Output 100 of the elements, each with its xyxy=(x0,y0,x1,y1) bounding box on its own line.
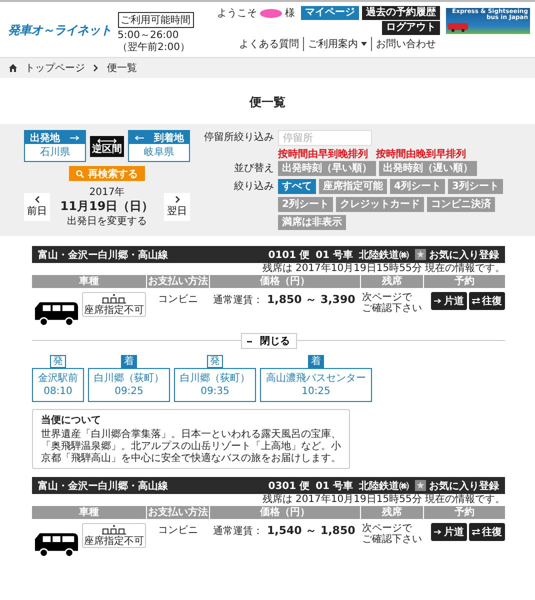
arrival-value: 岐阜県 xyxy=(143,146,175,160)
update-note: 残席は 2017年10月19日15時55分 現在の情報です。 xyxy=(261,263,505,275)
honorific-text: 様 xyxy=(285,6,295,20)
route-name: 富山・金沢ー白川郷・高山線 xyxy=(38,248,168,262)
column-header: 車種 xyxy=(32,506,146,519)
arrow-left-icon xyxy=(134,134,144,140)
breadcrumb-current: 便一覧 xyxy=(107,62,137,75)
annotation-text: 按時間由晚到早排列 xyxy=(376,148,466,161)
column-header: 予約 xyxy=(424,275,505,288)
round-trip-button[interactable]: 往復 xyxy=(469,523,505,541)
stop-badge: 着 xyxy=(121,355,137,368)
route-name: 富山・金沢ー白川郷・高山線 xyxy=(38,479,168,492)
operator-name: 北陸鉄道㈱ xyxy=(359,480,409,492)
car-number: 01 号車 xyxy=(316,248,353,262)
swap-button[interactable]: 逆区間 xyxy=(90,136,124,156)
arrow-right-icon xyxy=(434,298,442,304)
about-text: 世界遺産「白川郷合掌集落」。日本一といわれる露天風呂の宝庫、「奥飛騨温泉郷」。北アルプスの山岳リゾート「上高地」など。小京都「飛騨高山」を中心に安全で快適なバスの旅をお届けします。 xyxy=(41,429,341,465)
stop-time: 10:25 xyxy=(302,385,330,398)
next-day-button[interactable]: 翌日 xyxy=(164,192,190,220)
stop-badge: 着 xyxy=(308,355,324,368)
swap-arrows-icon xyxy=(472,528,480,536)
favorite-button[interactable]: お気に入り登録 xyxy=(415,248,499,262)
column-header: 残席 xyxy=(361,275,423,288)
about-title: 当便について xyxy=(41,414,102,427)
page-title: 便一覧 xyxy=(248,94,286,111)
seat-note: 次ページで xyxy=(362,523,413,534)
stop-name: 白川郷（荻町） xyxy=(180,372,250,385)
arrival-box[interactable]: 到着地 岐阜県 xyxy=(128,130,190,162)
bus-icon xyxy=(448,23,468,32)
fare-label: 通常運賃： xyxy=(213,294,263,307)
column-header: 価格（円） xyxy=(210,506,360,519)
stop-badge: 発 xyxy=(207,355,223,368)
year-text: 2017年 xyxy=(89,186,125,199)
fare-label: 通常運賃： xyxy=(213,524,263,538)
site-logo[interactable]: 発車オ～ライネット xyxy=(8,22,112,39)
stop-badge: 発 xyxy=(50,355,66,368)
stop-time: 09:35 xyxy=(200,385,230,398)
operator-name: 北陸鉄道㈱ xyxy=(359,248,409,262)
column-header: お支払い方法 xyxy=(147,506,209,519)
column-header: 車種 xyxy=(32,275,146,288)
stop-name: 高山濃飛バスセンター xyxy=(266,372,366,385)
filter-label: 絞り込み xyxy=(233,180,274,194)
search-icon xyxy=(76,170,84,178)
stop-filter-label: 停留所絞り込み xyxy=(203,130,274,145)
seat-note: ご確認下さい xyxy=(362,534,423,545)
logout-button[interactable]: ログアウト xyxy=(382,21,440,35)
breadcrumb-link[interactable]: トップページ xyxy=(25,61,85,75)
hours-label: ご利用可能時間 xyxy=(118,12,194,28)
seat-note: 次ページで xyxy=(362,292,413,303)
chevron-left-icon xyxy=(34,196,40,202)
one-way-button[interactable]: 片道 xyxy=(431,523,467,541)
stop-time: 09:25 xyxy=(114,385,144,398)
column-header: 予約 xyxy=(424,506,505,519)
one-way-button[interactable]: 片道 xyxy=(431,292,467,310)
caret-icon xyxy=(361,42,367,46)
star-icon xyxy=(415,480,426,491)
departure-label: 出発地 xyxy=(30,132,60,144)
change-date-link[interactable]: 出発日を変更する xyxy=(67,214,147,228)
header-button[interactable]: マイページ xyxy=(301,6,359,20)
stop-name: 金沢駅前 xyxy=(38,372,78,385)
round-trip-button[interactable]: 往復 xyxy=(469,292,505,310)
header-link[interactable]: お問い合わせ xyxy=(376,37,436,51)
bus-number: 0101 便 xyxy=(268,248,310,262)
departure-box[interactable]: 出発地 石川県 xyxy=(24,130,86,162)
seat-badge: 座席指定不可 xyxy=(82,292,146,317)
price-range: 1,540 ～ 1,850 xyxy=(267,523,356,538)
scribble-drawing xyxy=(260,8,282,18)
header-link[interactable]: よくある質問 xyxy=(239,37,299,51)
sort-label: 並び替え xyxy=(233,162,274,176)
column-header: 価格（円） xyxy=(210,275,360,288)
date-text: 11月19日（日） xyxy=(60,199,154,214)
arrow-right-icon xyxy=(70,134,80,140)
hours-text: 5:00～26:00（翌午前2:00） xyxy=(118,30,191,54)
column-header: お支払い方法 xyxy=(147,275,209,288)
home-icon xyxy=(9,64,17,72)
stop-time: 08:10 xyxy=(44,385,72,398)
annotation-text: 按時間由早到晚排列 xyxy=(278,148,368,161)
header-button[interactable]: 過去の予約履歴 xyxy=(362,6,440,20)
arrow-right-icon xyxy=(434,529,442,535)
arrival-label: 到着地 xyxy=(154,131,184,144)
previous-day-button[interactable]: 前日 xyxy=(24,192,50,220)
column-header: 残席 xyxy=(361,506,423,519)
chevron-right-icon xyxy=(174,196,180,202)
double-arrow-icon xyxy=(97,138,117,144)
stop-name: 白川郷（荻町） xyxy=(94,372,164,385)
chevron-icon xyxy=(93,64,99,72)
payment-method: コンビニ xyxy=(157,524,199,538)
filter-button[interactable]: すべて xyxy=(278,179,316,194)
payment-method: コンビニ xyxy=(157,293,199,307)
seat-note: ご確認下さい xyxy=(362,303,423,314)
favorite-button[interactable]: お気に入り登録 xyxy=(415,478,499,492)
collapse-button[interactable]: 閉じる xyxy=(240,333,296,349)
price-range: 1,850 ～ 3,390 xyxy=(267,292,356,307)
stop-field[interactable]: 停留所 xyxy=(278,130,372,146)
departure-value: 石川県 xyxy=(39,146,71,160)
swap-arrows-icon xyxy=(472,297,480,305)
header-link[interactable]: ご利用案内 xyxy=(308,37,358,51)
update-note: 残席は 2017年10月19日15時55分 現在の情報です。 xyxy=(261,494,505,506)
bus-number: 0301 便 xyxy=(268,480,310,492)
car-number: 01 号車 xyxy=(316,480,353,492)
